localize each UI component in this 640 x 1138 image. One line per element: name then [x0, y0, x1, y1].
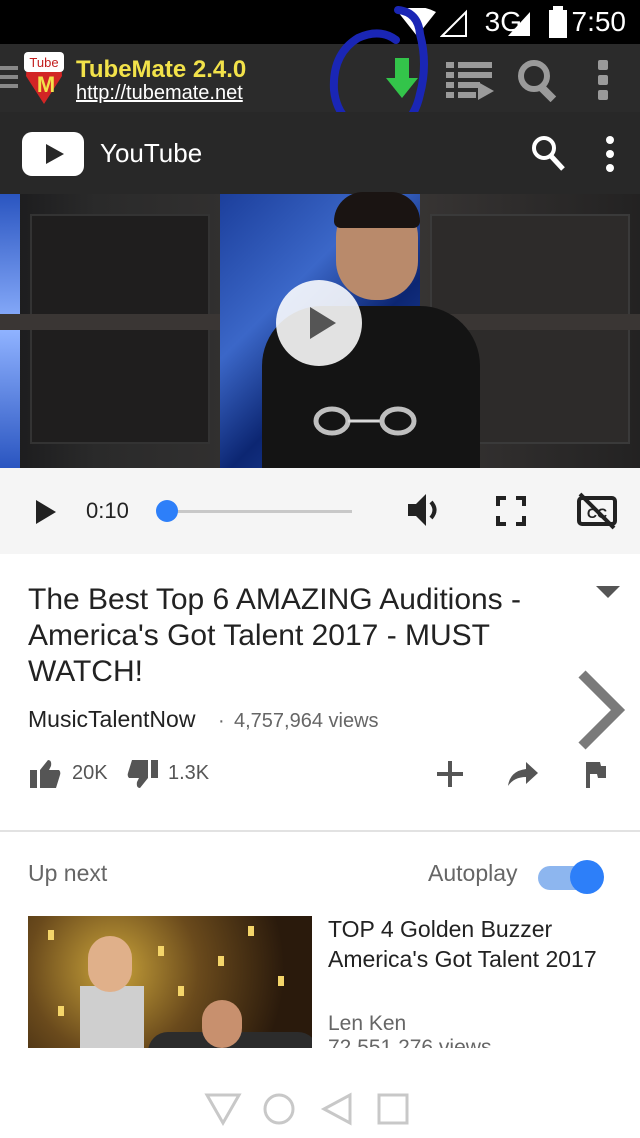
- notification-down-icon[interactable]: [204, 1092, 242, 1126]
- clock: 7:50: [571, 6, 627, 37]
- seek-bar[interactable]: [166, 510, 352, 513]
- youtube-title: YouTube: [100, 138, 203, 168]
- tubemate-logo-icon[interactable]: Tube M: [22, 52, 66, 104]
- dislike-icon[interactable]: [126, 758, 160, 790]
- like-icon[interactable]: [28, 758, 62, 790]
- seek-handle[interactable]: [156, 500, 178, 522]
- channel-name[interactable]: MusicTalentNow: [28, 706, 195, 733]
- stage-light: [0, 194, 20, 468]
- menu-icon[interactable]: [0, 66, 18, 92]
- search-icon[interactable]: [516, 58, 562, 102]
- search-icon[interactable]: [530, 134, 566, 172]
- captions-off-icon[interactable]: CC: [576, 492, 618, 530]
- youtube-header: YouTube: [0, 112, 640, 194]
- app-title: TubeMate 2.4.0: [76, 56, 247, 83]
- up-next-label: Up next: [28, 860, 108, 886]
- home-circle-icon[interactable]: [262, 1092, 296, 1126]
- recommended-title[interactable]: TOP 4 Golden Buzzer America's Got Talent…: [328, 914, 618, 974]
- volume-icon[interactable]: [406, 492, 446, 528]
- handcuffs: [313, 406, 417, 436]
- recents-square-icon[interactable]: [376, 1092, 410, 1126]
- play-icon[interactable]: [36, 500, 56, 524]
- signal-strength-icon: [508, 12, 530, 36]
- app-url-link[interactable]: http://tubemate.net: [76, 82, 243, 105]
- youtube-logo-icon[interactable]: [22, 132, 84, 176]
- status-bar: 3G 7:50: [0, 0, 640, 44]
- view-count: 4,757,964 views: [234, 710, 379, 732]
- flag-icon[interactable]: [584, 758, 608, 790]
- video-title: The Best Top 6 AMAZING Auditions - Ameri…: [28, 583, 522, 688]
- recommended-channel: Len Ken: [328, 1012, 407, 1035]
- recommended-views: 72,551,276 views: [328, 1036, 492, 1048]
- autoplay-label: Autoplay: [428, 860, 518, 886]
- video-thumbnail[interactable]: [28, 916, 312, 1048]
- like-count: 20K: [72, 762, 108, 784]
- autoplay-toggle-knob[interactable]: [570, 860, 604, 894]
- video-frame: [334, 192, 420, 228]
- more-vert-icon[interactable]: [598, 60, 612, 100]
- share-icon[interactable]: [506, 758, 540, 790]
- chevron-down-icon[interactable]: [596, 586, 620, 598]
- chevron-right-icon[interactable]: [572, 670, 626, 750]
- player-controls: 0:10 CC: [0, 468, 640, 554]
- battery-icon: [549, 6, 567, 38]
- more-vert-icon[interactable]: [606, 136, 616, 172]
- tubemate-toolbar: Tube M TubeMate 2.4.0 http://tubemate.ne…: [0, 44, 640, 112]
- dislike-count: 1.3K: [168, 762, 210, 784]
- playlist-icon[interactable]: [444, 60, 496, 100]
- add-icon[interactable]: [434, 758, 466, 790]
- svg-text:Tube: Tube: [29, 55, 58, 70]
- separator: ·: [218, 710, 225, 732]
- signal-icon: [440, 9, 467, 37]
- divider: [0, 830, 640, 832]
- fullscreen-icon[interactable]: [496, 496, 526, 526]
- video-play-button[interactable]: [276, 280, 362, 366]
- svg-text:M: M: [37, 72, 55, 97]
- current-time: 0:10: [86, 498, 129, 523]
- back-triangle-icon[interactable]: [320, 1092, 354, 1126]
